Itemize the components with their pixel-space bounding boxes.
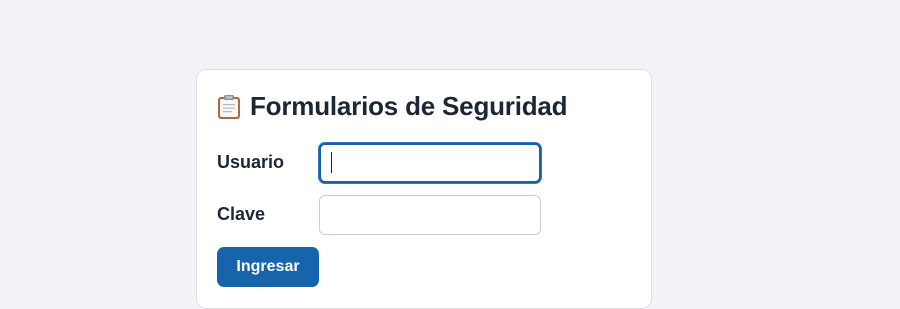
clipboard-icon — [216, 94, 242, 120]
form-header: Formularios de Seguridad — [216, 91, 568, 122]
password-input[interactable] — [319, 195, 541, 235]
username-input[interactable] — [319, 143, 541, 183]
text-caret — [331, 152, 332, 173]
login-form-card: Formularios de Seguridad Usuario Clave I… — [196, 69, 652, 309]
login-button[interactable]: Ingresar — [217, 247, 319, 287]
page-title: Formularios de Seguridad — [250, 91, 568, 121]
password-label: Clave — [217, 204, 266, 224]
username-label: Usuario — [217, 152, 285, 172]
